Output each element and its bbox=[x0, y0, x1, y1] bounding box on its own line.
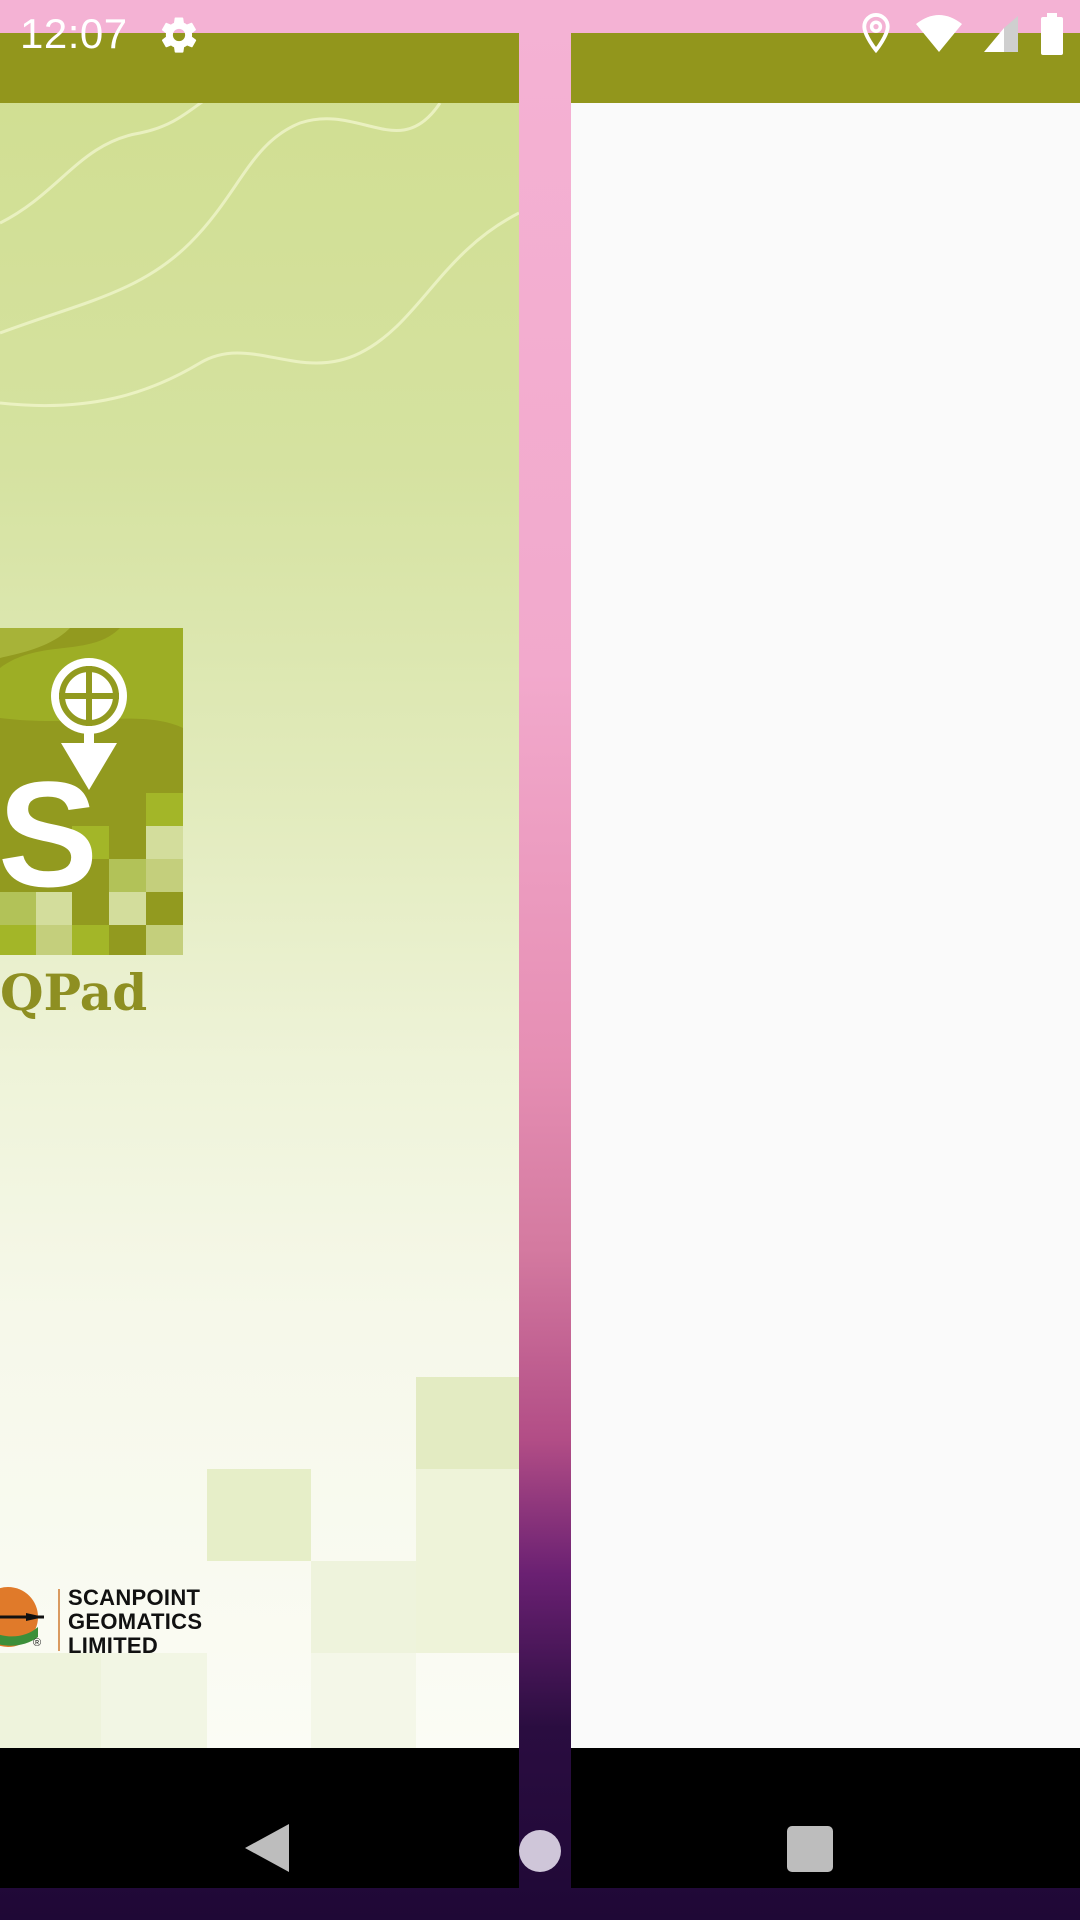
recents-icon[interactable] bbox=[787, 1826, 833, 1872]
svg-text:S: S bbox=[0, 750, 98, 918]
company-globe-logo bbox=[0, 1587, 44, 1647]
status-bar: 12:07 bbox=[0, 0, 1080, 72]
registered-mark: ® bbox=[33, 1637, 42, 1649]
gear-icon bbox=[161, 17, 197, 53]
company-name-line2: GEOMATICS bbox=[68, 1609, 203, 1634]
company-separator bbox=[58, 1589, 60, 1651]
home-icon[interactable] bbox=[519, 1830, 561, 1872]
battery-icon bbox=[1041, 13, 1063, 55]
company-name: SCANPOINT GEOMATICS LIMITED bbox=[68, 1586, 202, 1658]
app-logo: S bbox=[0, 628, 183, 955]
location-icon bbox=[862, 13, 890, 54]
app-name: QPad bbox=[0, 963, 148, 1022]
left-app-window[interactable]: S QPad ® SCANPOINT GEOMATICS LIMITED bbox=[0, 33, 519, 1748]
wifi-icon bbox=[916, 15, 962, 52]
back-icon[interactable] bbox=[245, 1824, 289, 1872]
status-time: 12:07 bbox=[20, 10, 128, 57]
company-name-line3: LIMITED bbox=[68, 1633, 159, 1658]
cell-signal-icon bbox=[984, 16, 1018, 52]
right-app-window[interactable] bbox=[571, 33, 1080, 1748]
status-icons bbox=[858, 12, 1064, 56]
navigation-bar bbox=[0, 1748, 1080, 1888]
company-name-line1: SCANPOINT bbox=[68, 1585, 201, 1610]
